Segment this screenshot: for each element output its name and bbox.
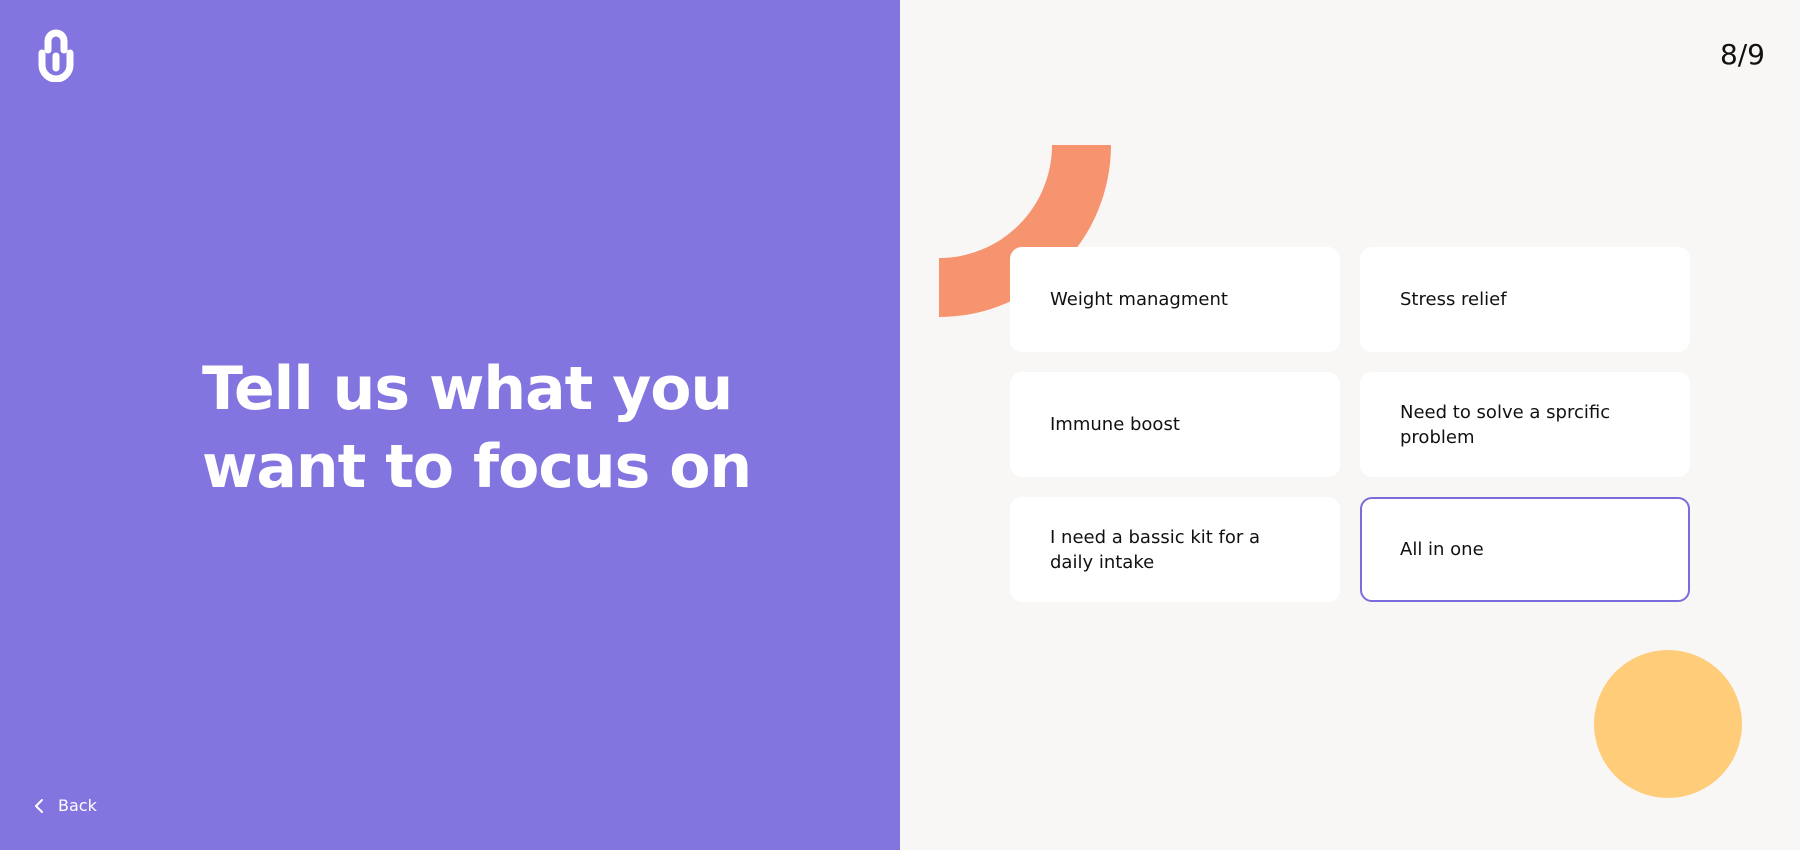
chevron-left-icon (35, 798, 43, 813)
option-label: Weight managment (1050, 289, 1228, 310)
page-title-line-2: want to focus on (202, 432, 752, 502)
option-daily-kit[interactable]: I need a bassic kit for a daily intake (1010, 497, 1340, 602)
option-label: I need a bassic kit for a daily intake (1050, 526, 1261, 573)
option-all-in-one[interactable]: All in one (1360, 497, 1690, 602)
option-stress-relief[interactable]: Stress relief (1360, 247, 1690, 352)
option-specific-problem[interactable]: Need to solve a sprcific problem (1360, 372, 1690, 477)
option-weight-management[interactable]: Weight managment (1010, 247, 1340, 352)
page: Tell us what you want to focus on Back 8… (0, 0, 1800, 850)
option-immune-boost[interactable]: Immune boost (1010, 372, 1340, 477)
brand-logo-icon (38, 29, 74, 82)
back-button[interactable]: Back (32, 796, 97, 815)
left-panel: Tell us what you want to focus on Back (0, 0, 900, 850)
option-label: Immune boost (1050, 414, 1180, 435)
option-label: Stress relief (1400, 289, 1507, 310)
option-label: Need to solve a sprcific problem (1400, 401, 1611, 448)
options-grid: Weight managment Stress relief Immune bo… (1010, 247, 1690, 602)
right-panel: 8/9 Weight managment Stress relief Immun… (900, 0, 1800, 850)
page-title-line-1: Tell us what you (202, 354, 733, 424)
step-counter: 8/9 (1719, 38, 1765, 71)
decorative-circle-shape (1594, 650, 1742, 798)
option-label: All in one (1400, 539, 1484, 560)
back-button-label: Back (58, 796, 97, 815)
page-title: Tell us what you want to focus on (202, 350, 802, 506)
